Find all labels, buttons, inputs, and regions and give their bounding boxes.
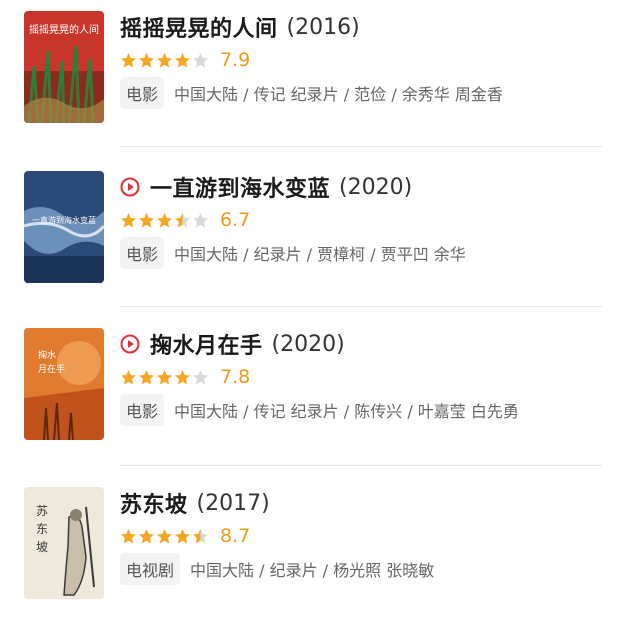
category-badge: 电影 <box>120 77 165 109</box>
play-circle-icon[interactable] <box>120 334 140 354</box>
svg-text:坡: 坡 <box>36 540 48 554</box>
movie-title[interactable]: 一直游到海水变蓝 <box>150 171 330 203</box>
star-icon <box>157 369 172 384</box>
rating-row: 8.7 <box>120 524 250 548</box>
poster-art: 摇摇晃晃的人间 <box>24 11 104 123</box>
result-item[interactable]: 掬水 月在手 掬水月在手 (2020) 7.8 电影 中国大陆 / 传记 纪录片… <box>0 317 625 467</box>
poster-image[interactable]: 苏 东 坡 <box>24 487 104 599</box>
movie-title[interactable]: 掬水月在手 <box>150 328 263 360</box>
svg-text:月在手: 月在手 <box>38 363 65 375</box>
star-icon <box>121 212 136 227</box>
poster-art: 苏 东 坡 <box>24 487 104 599</box>
star-icon <box>121 528 136 543</box>
title-row: 掬水月在手 (2020) <box>120 327 345 361</box>
rating-score: 8.7 <box>220 525 251 547</box>
movie-meta: 中国大陆 / 纪录片 / 杨光照 张晓敏 <box>190 561 435 580</box>
meta-row: 电影 中国大陆 / 传记 纪录片 / 范俭 / 余秀华 周金香 <box>120 77 503 109</box>
star-rating <box>120 528 210 545</box>
play-circle-icon[interactable] <box>120 177 140 197</box>
poster-image[interactable]: 掬水 月在手 <box>24 328 104 440</box>
movie-year: (2017) <box>196 490 270 516</box>
divider <box>120 146 602 147</box>
poster-image[interactable]: 摇摇晃晃的人间 <box>24 11 104 123</box>
divider <box>120 465 602 466</box>
movie-title[interactable]: 苏东坡 <box>120 487 188 519</box>
category-badge: 电影 <box>120 237 165 269</box>
meta-row: 电视剧 中国大陆 / 纪录片 / 杨光照 张晓敏 <box>120 553 434 585</box>
title-row: 苏东坡 (2017) <box>120 486 270 520</box>
star-icon <box>175 528 190 543</box>
meta-row: 电影 中国大陆 / 纪录片 / 贾樟柯 / 贾平凹 余华 <box>120 237 466 269</box>
title-row: 一直游到海水变蓝 (2020) <box>120 170 412 204</box>
star-icon <box>175 369 190 384</box>
result-item[interactable]: 苏 东 坡 苏东坡 (2017) 8.7 电视剧 中国大陆 / 纪录片 / 杨光… <box>0 476 625 626</box>
svg-text:一直游到海水变蓝: 一直游到海水变蓝 <box>32 215 96 225</box>
rating-score: 7.8 <box>220 366 251 388</box>
star-icon <box>193 369 208 384</box>
star-icon <box>175 52 190 67</box>
svg-text:东: 东 <box>36 522 48 536</box>
rating-row: 7.9 <box>120 48 250 72</box>
star-icon <box>193 52 208 67</box>
star-icon <box>139 52 154 67</box>
meta-row: 电影 中国大陆 / 传记 纪录片 / 陈传兴 / 叶嘉莹 白先勇 <box>120 394 519 426</box>
star-rating <box>120 212 210 229</box>
star-icon <box>139 369 154 384</box>
star-icon <box>121 52 136 67</box>
rating-row: 7.8 <box>120 365 250 389</box>
result-item[interactable]: 一直游到海水变蓝 一直游到海水变蓝 (2020) 6.7 电影 中国大陆 / 纪… <box>0 160 625 310</box>
poster-art: 一直游到海水变蓝 <box>24 171 104 283</box>
svg-text:摇摇晃晃的人间: 摇摇晃晃的人间 <box>29 23 99 36</box>
star-icon <box>139 528 154 543</box>
rating-row: 6.7 <box>120 208 250 232</box>
divider <box>120 306 602 307</box>
movie-meta: 中国大陆 / 传记 纪录片 / 范俭 / 余秀华 周金香 <box>174 85 503 104</box>
movie-meta: 中国大陆 / 纪录片 / 贾樟柯 / 贾平凹 余华 <box>174 245 466 264</box>
star-icon <box>157 52 172 67</box>
movie-year: (2020) <box>339 174 413 200</box>
star-icon <box>157 528 172 543</box>
svg-text:苏: 苏 <box>36 504 48 518</box>
title-row: 摇摇晃晃的人间 (2016) <box>120 10 360 44</box>
star-icon <box>193 528 208 543</box>
poster-art: 掬水 月在手 <box>24 328 104 440</box>
svg-text:掬水: 掬水 <box>38 349 56 361</box>
movie-meta: 中国大陆 / 传记 纪录片 / 陈传兴 / 叶嘉莹 白先勇 <box>174 402 519 421</box>
star-icon <box>175 212 190 227</box>
result-item[interactable]: 摇摇晃晃的人间 摇摇晃晃的人间 (2016) 7.9 电影 中国大陆 / 传记 … <box>0 0 625 150</box>
star-rating <box>120 52 210 69</box>
star-rating <box>120 369 210 386</box>
rating-score: 6.7 <box>220 209 251 231</box>
star-icon <box>157 212 172 227</box>
category-badge: 电影 <box>120 394 165 426</box>
movie-search-results: 摇摇晃晃的人间 摇摇晃晃的人间 (2016) 7.9 电影 中国大陆 / 传记 … <box>0 0 625 610</box>
category-badge: 电视剧 <box>120 553 181 585</box>
star-icon <box>139 212 154 227</box>
rating-score: 7.9 <box>220 49 251 71</box>
poster-image[interactable]: 一直游到海水变蓝 <box>24 171 104 283</box>
star-icon <box>121 369 136 384</box>
star-icon <box>193 212 208 227</box>
movie-year: (2020) <box>271 331 345 357</box>
movie-title[interactable]: 摇摇晃晃的人间 <box>120 11 278 43</box>
movie-year: (2016) <box>286 14 360 40</box>
